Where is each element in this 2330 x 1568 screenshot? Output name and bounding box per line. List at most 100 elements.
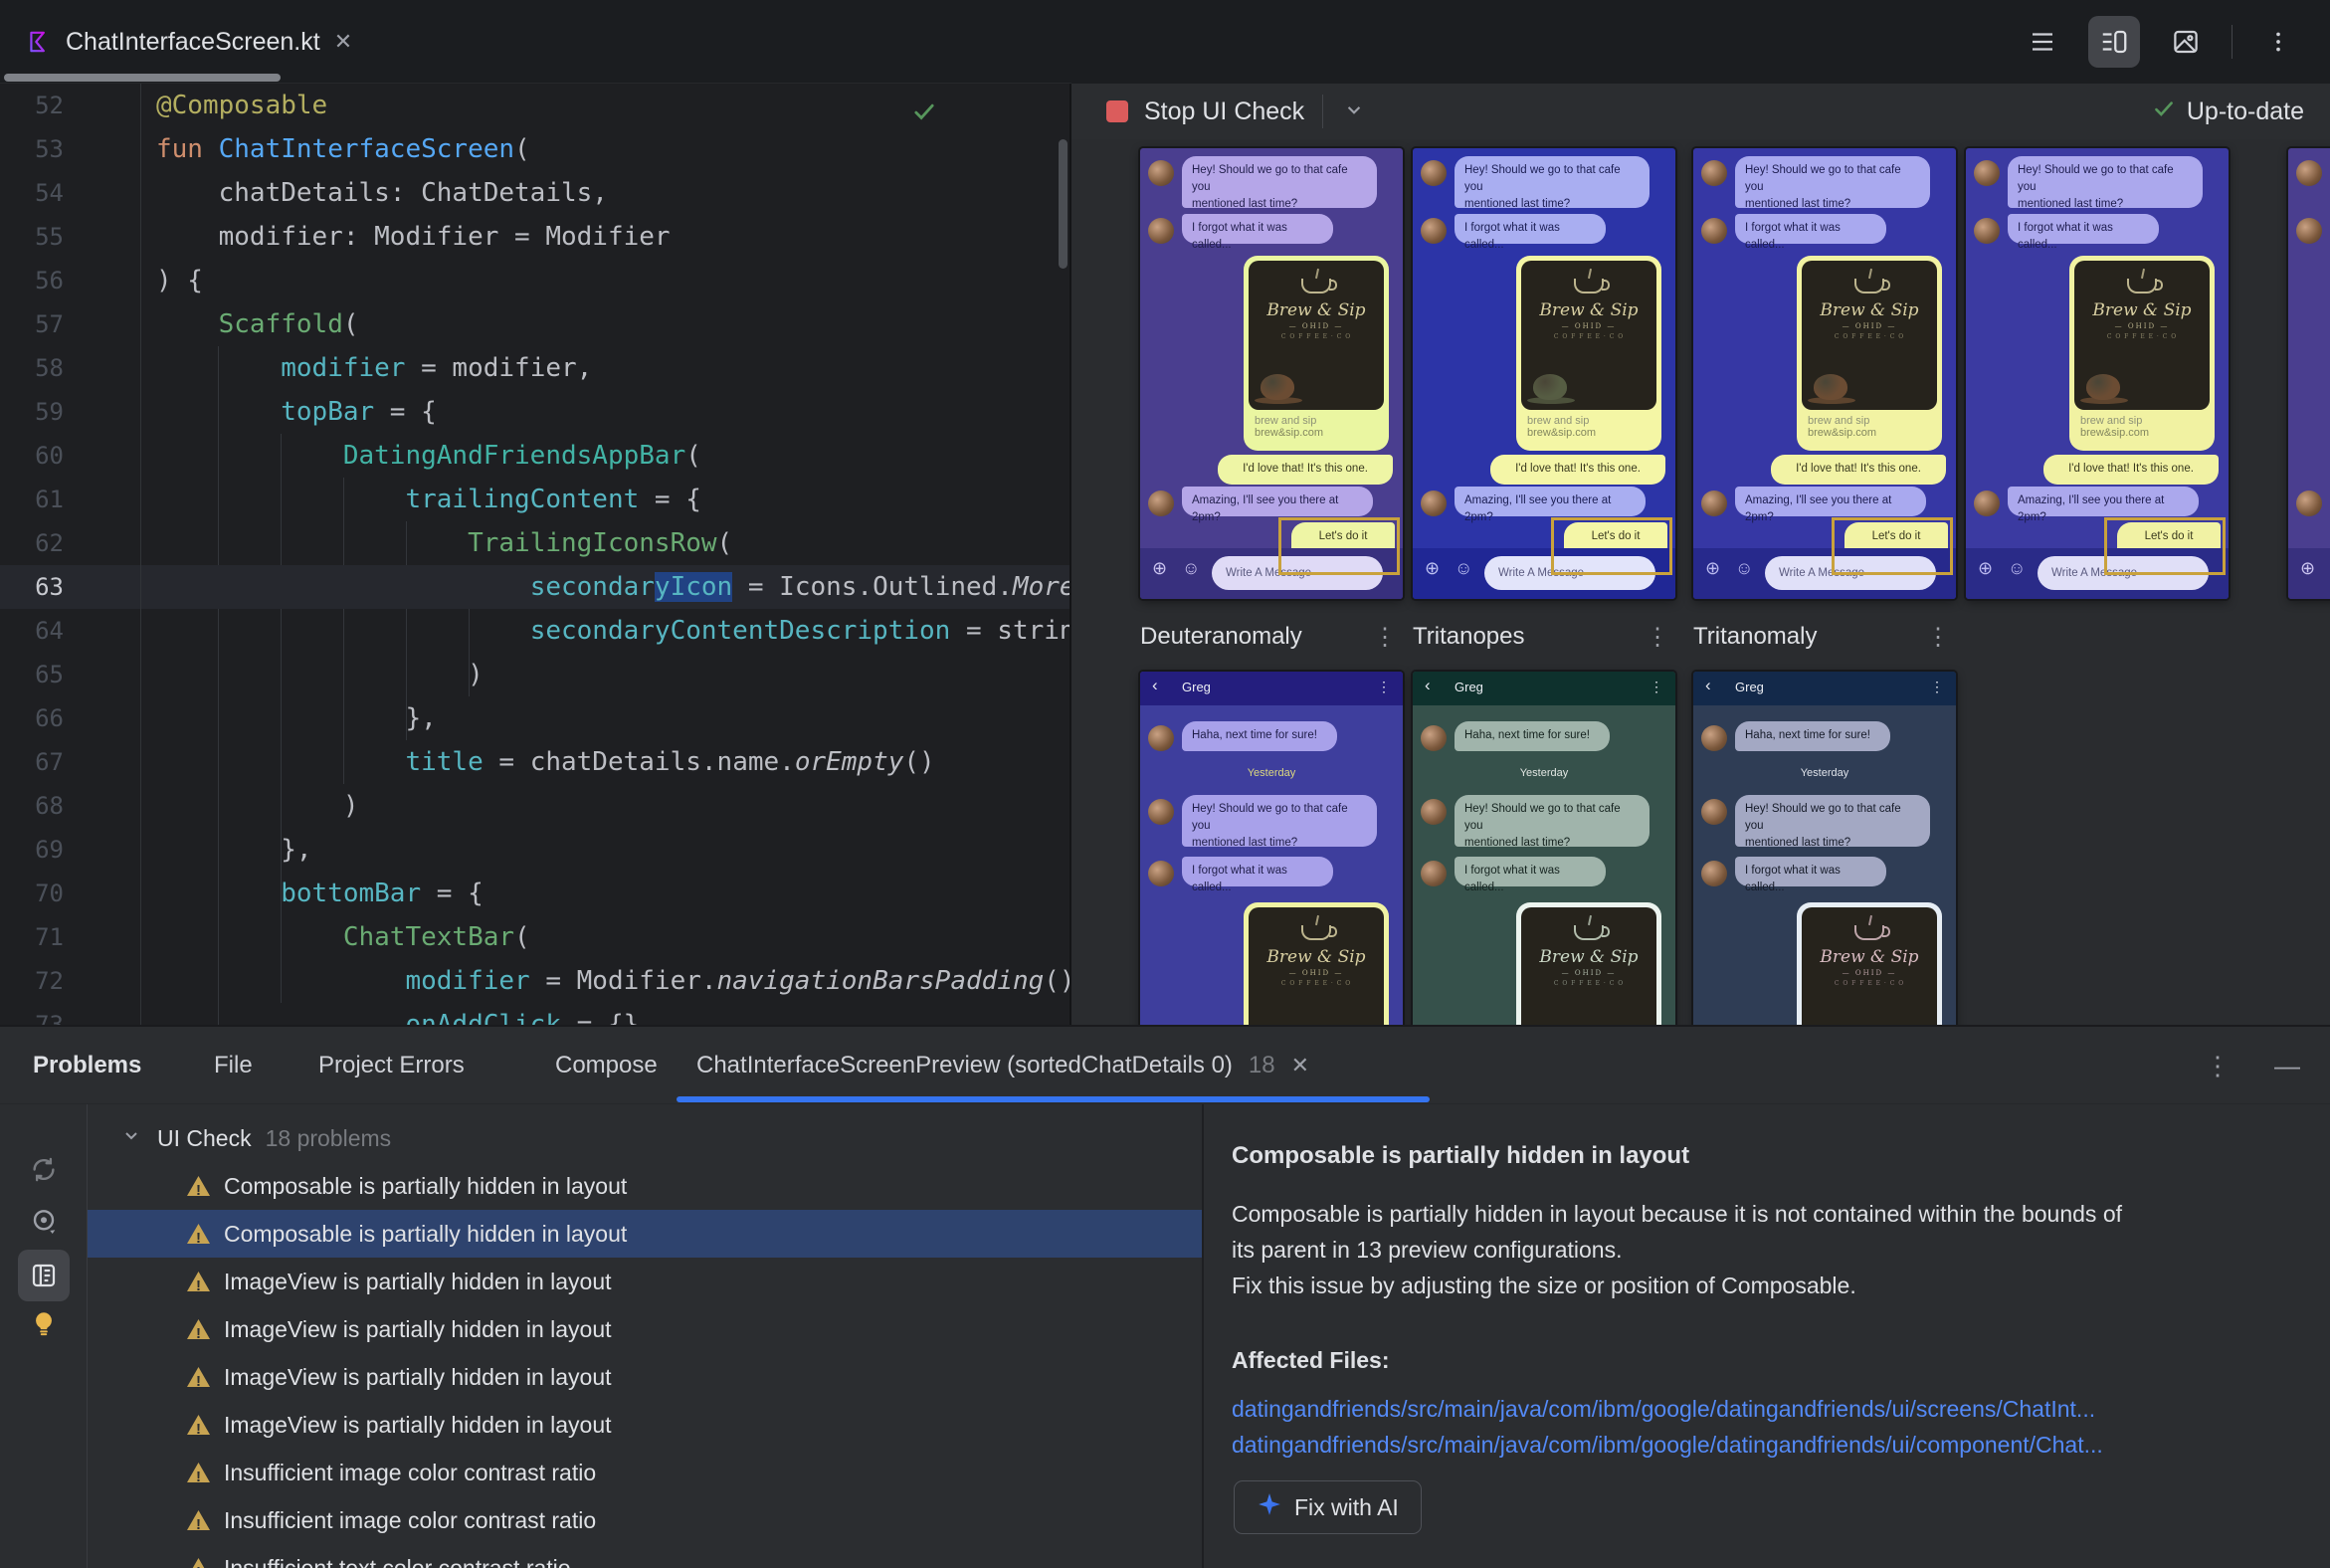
date-separator: Yesterday (1800, 767, 1849, 779)
code-line[interactable]: 72 modifier = Modifier.navigationBarsPad… (0, 959, 1071, 1003)
affected-file-link[interactable]: datingandfriends/src/main/java/com/ibm/g… (1232, 1427, 2103, 1463)
code-line[interactable]: 62 TrailingIconsRow( (0, 521, 1071, 565)
preview-config-kebab-icon[interactable]: ⋮ (1926, 623, 1950, 652)
refresh-icon[interactable] (29, 1155, 59, 1190)
tab-close-icon[interactable]: ✕ (1291, 1053, 1309, 1078)
code-line[interactable]: 54 chatDetails: ChatDetails, (0, 171, 1071, 215)
link-preview-card[interactable]: Brew & Sip — OHID — C O F F E E · C O (1244, 902, 1389, 1025)
coffee-cup-icon (2127, 279, 2163, 294)
code-line[interactable]: 70 bottomBar = { (0, 872, 1071, 915)
code-line[interactable]: 68 ) (0, 784, 1071, 828)
preview-canvas[interactable]: Deuteranomaly ⋮ Tritanopes ⋮ Tritanomaly ⋮ Hey… (1071, 139, 2330, 1025)
problems-report-view-icon[interactable] (18, 1250, 70, 1301)
preview-phone[interactable]: Hey! Should we go to that cafe youmentio… (1693, 148, 1956, 599)
tab-problems[interactable]: Problems (33, 1027, 141, 1104)
problem-row[interactable]: ImageView is partially hidden in layout (88, 1353, 1202, 1401)
tab-compose[interactable]: Compose (555, 1027, 658, 1104)
chevron-down-icon[interactable] (1341, 97, 1367, 127)
problem-row[interactable]: Insufficient image color contrast ratio (88, 1496, 1202, 1544)
chevron-expanded-icon[interactable] (119, 1123, 143, 1153)
code-line[interactable]: 53 fun ChatInterfaceScreen( (0, 127, 1071, 171)
problem-row[interactable]: ImageView is partially hidden in layout (88, 1401, 1202, 1449)
editor-scrollbar-thumb[interactable] (1059, 139, 1068, 269)
code-view-icon[interactable] (2017, 16, 2068, 68)
panel-controls: ⋮ — (2205, 1027, 2300, 1104)
code-line[interactable]: 65 ) (0, 653, 1071, 696)
chat-kebab-icon[interactable]: ⋮ (1377, 679, 1391, 695)
avatar (1421, 725, 1447, 751)
problems-panel: ⋮ — Problems File Project Errors Compose Cha… (0, 1025, 2330, 1568)
preview-phone[interactable]: Hey! Should we go to that cafe youmentio… (1413, 148, 1675, 599)
add-icon[interactable]: ⊕ (1152, 558, 1167, 579)
panel-minimize-icon[interactable]: — (2274, 1051, 2300, 1081)
problem-row[interactable]: ImageView is partially hidden in layout (88, 1258, 1202, 1305)
emoji-icon[interactable]: ☺ (1735, 558, 1753, 579)
preview-phone[interactable]: Hey! Should we go to that cafe youmentio… (1966, 148, 2229, 599)
code-line[interactable]: 61 trailingContent = { (0, 478, 1071, 521)
problem-row[interactable]: Composable is partially hidden in layout (88, 1162, 1202, 1210)
chat-kebab-icon[interactable]: ⋮ (1930, 679, 1944, 695)
affected-file-link[interactable]: datingandfriends/src/main/java/com/ibm/g… (1232, 1391, 2103, 1427)
preview-phone[interactable]: Hey! Should we go to that cafe youmentio… (2288, 148, 2330, 599)
code-line[interactable]: 71 ChatTextBar( (0, 915, 1071, 959)
tab-project-errors[interactable]: Project Errors (318, 1027, 465, 1104)
tab-file[interactable]: File (214, 1027, 253, 1104)
preview-phone[interactable]: Hey! Should we go to that cafe youmentio… (1140, 148, 1403, 599)
preview-view-icon[interactable] (2160, 16, 2212, 68)
view-options-eye-icon[interactable] (29, 1207, 59, 1242)
code-editor[interactable]: 52 @Composable 53 fun ChatInterfaceScreen(5… (0, 84, 1071, 1025)
link-preview-card[interactable]: Brew & Sip — OHID — C O F F E E · C O (1797, 902, 1942, 1025)
code-line[interactable]: 60 DatingAndFriendsAppBar( (0, 434, 1071, 478)
preview-phone[interactable]: ‹ Greg ⋮ Haha, next time for sure! Yesterday… (1413, 672, 1675, 1025)
back-icon[interactable]: ‹ (1425, 676, 1431, 695)
contact-name: Greg (1182, 680, 1211, 694)
code-line[interactable]: 73 onAddClick = {} (0, 1003, 1071, 1025)
preview-config-kebab-icon[interactable]: ⋮ (1373, 623, 1397, 652)
add-icon[interactable]: ⊕ (2300, 558, 2315, 579)
add-icon[interactable]: ⊕ (1425, 558, 1440, 579)
emoji-icon[interactable]: ☺ (2008, 558, 2026, 579)
problem-row[interactable]: ImageView is partially hidden in layout (88, 1305, 1202, 1353)
editor-tab[interactable]: ChatInterfaceScreen.kt ✕ (14, 12, 364, 72)
link-preview-card[interactable]: Brew & Sip — OHID — C O F F E E · C O brew … (1244, 256, 1389, 451)
code-line[interactable]: 56) { (0, 259, 1071, 302)
split-view-icon[interactable] (2088, 16, 2140, 68)
chat-kebab-icon[interactable]: ⋮ (1650, 679, 1663, 695)
ui-check-warning-highlight (1278, 517, 1400, 575)
emoji-icon[interactable]: ☺ (1182, 558, 1200, 579)
link-preview-card[interactable]: Brew & Sip — OHID — C O F F E E · C O brew … (2069, 256, 2215, 451)
problem-row[interactable]: Insufficient image color contrast ratio (88, 1449, 1202, 1496)
preview-phone[interactable]: ‹ Greg ⋮ Haha, next time for sure! Yesterday… (1140, 672, 1403, 1025)
problem-row[interactable]: Composable is partially hidden in layout (88, 1210, 1202, 1258)
code-line[interactable]: 55 modifier: Modifier = Modifier (0, 215, 1071, 259)
tab-close-icon[interactable]: ✕ (334, 29, 352, 55)
editor-options-kebab-icon[interactable] (2252, 16, 2304, 68)
code-line[interactable]: 59 topBar = { (0, 390, 1071, 434)
code-line[interactable]: 63 secondaryIcon = Icons.Outlined.More (0, 565, 1071, 609)
tab-chatinterfacescreenpreview-sortedchatdetails-0-[interactable]: ChatInterfaceScreenPreview (sortedChatDe… (696, 1027, 1309, 1104)
code-line[interactable]: 66 }, (0, 696, 1071, 740)
preview-phone[interactable]: ‹ Greg ⋮ Haha, next time for sure! Yesterday… (1693, 672, 1956, 1025)
code-line[interactable]: 58 modifier = modifier, (0, 346, 1071, 390)
back-icon[interactable]: ‹ (1705, 676, 1711, 695)
preview-config-kebab-icon[interactable]: ⋮ (1646, 623, 1669, 652)
inspections-ok-icon[interactable] (910, 98, 938, 130)
back-icon[interactable]: ‹ (1152, 676, 1158, 695)
code-line[interactable]: 69 }, (0, 828, 1071, 872)
code-line[interactable]: 57 Scaffold( (0, 302, 1071, 346)
fix-with-ai-button[interactable]: Fix with AI (1234, 1480, 1422, 1534)
code-line[interactable]: 64 secondaryContentDescription = strin (0, 609, 1071, 653)
stop-ui-check-button[interactable]: Stop UI Check (1106, 98, 1304, 126)
add-icon[interactable]: ⊕ (1978, 558, 1993, 579)
panel-options-kebab-icon[interactable]: ⋮ (2205, 1051, 2231, 1081)
code-line[interactable]: 67 title = chatDetails.name.orEmpty() (0, 740, 1071, 784)
link-preview-card[interactable]: Brew & Sip — OHID — C O F F E E · C O brew … (1797, 256, 1942, 451)
link-preview-card[interactable]: Brew & Sip — OHID — C O F F E E · C O brew … (1516, 256, 1661, 451)
problems-group-row[interactable]: UI Check 18 problems (88, 1114, 1202, 1162)
coffee-cup-icon (1301, 279, 1337, 294)
link-preview-card[interactable]: Brew & Sip — OHID — C O F F E E · C O (1516, 902, 1661, 1025)
problem-row[interactable]: Insufficient text color contrast ratio (88, 1544, 1202, 1568)
lightbulb-icon[interactable] (29, 1309, 59, 1344)
emoji-icon[interactable]: ☺ (1455, 558, 1472, 579)
add-icon[interactable]: ⊕ (1705, 558, 1720, 579)
